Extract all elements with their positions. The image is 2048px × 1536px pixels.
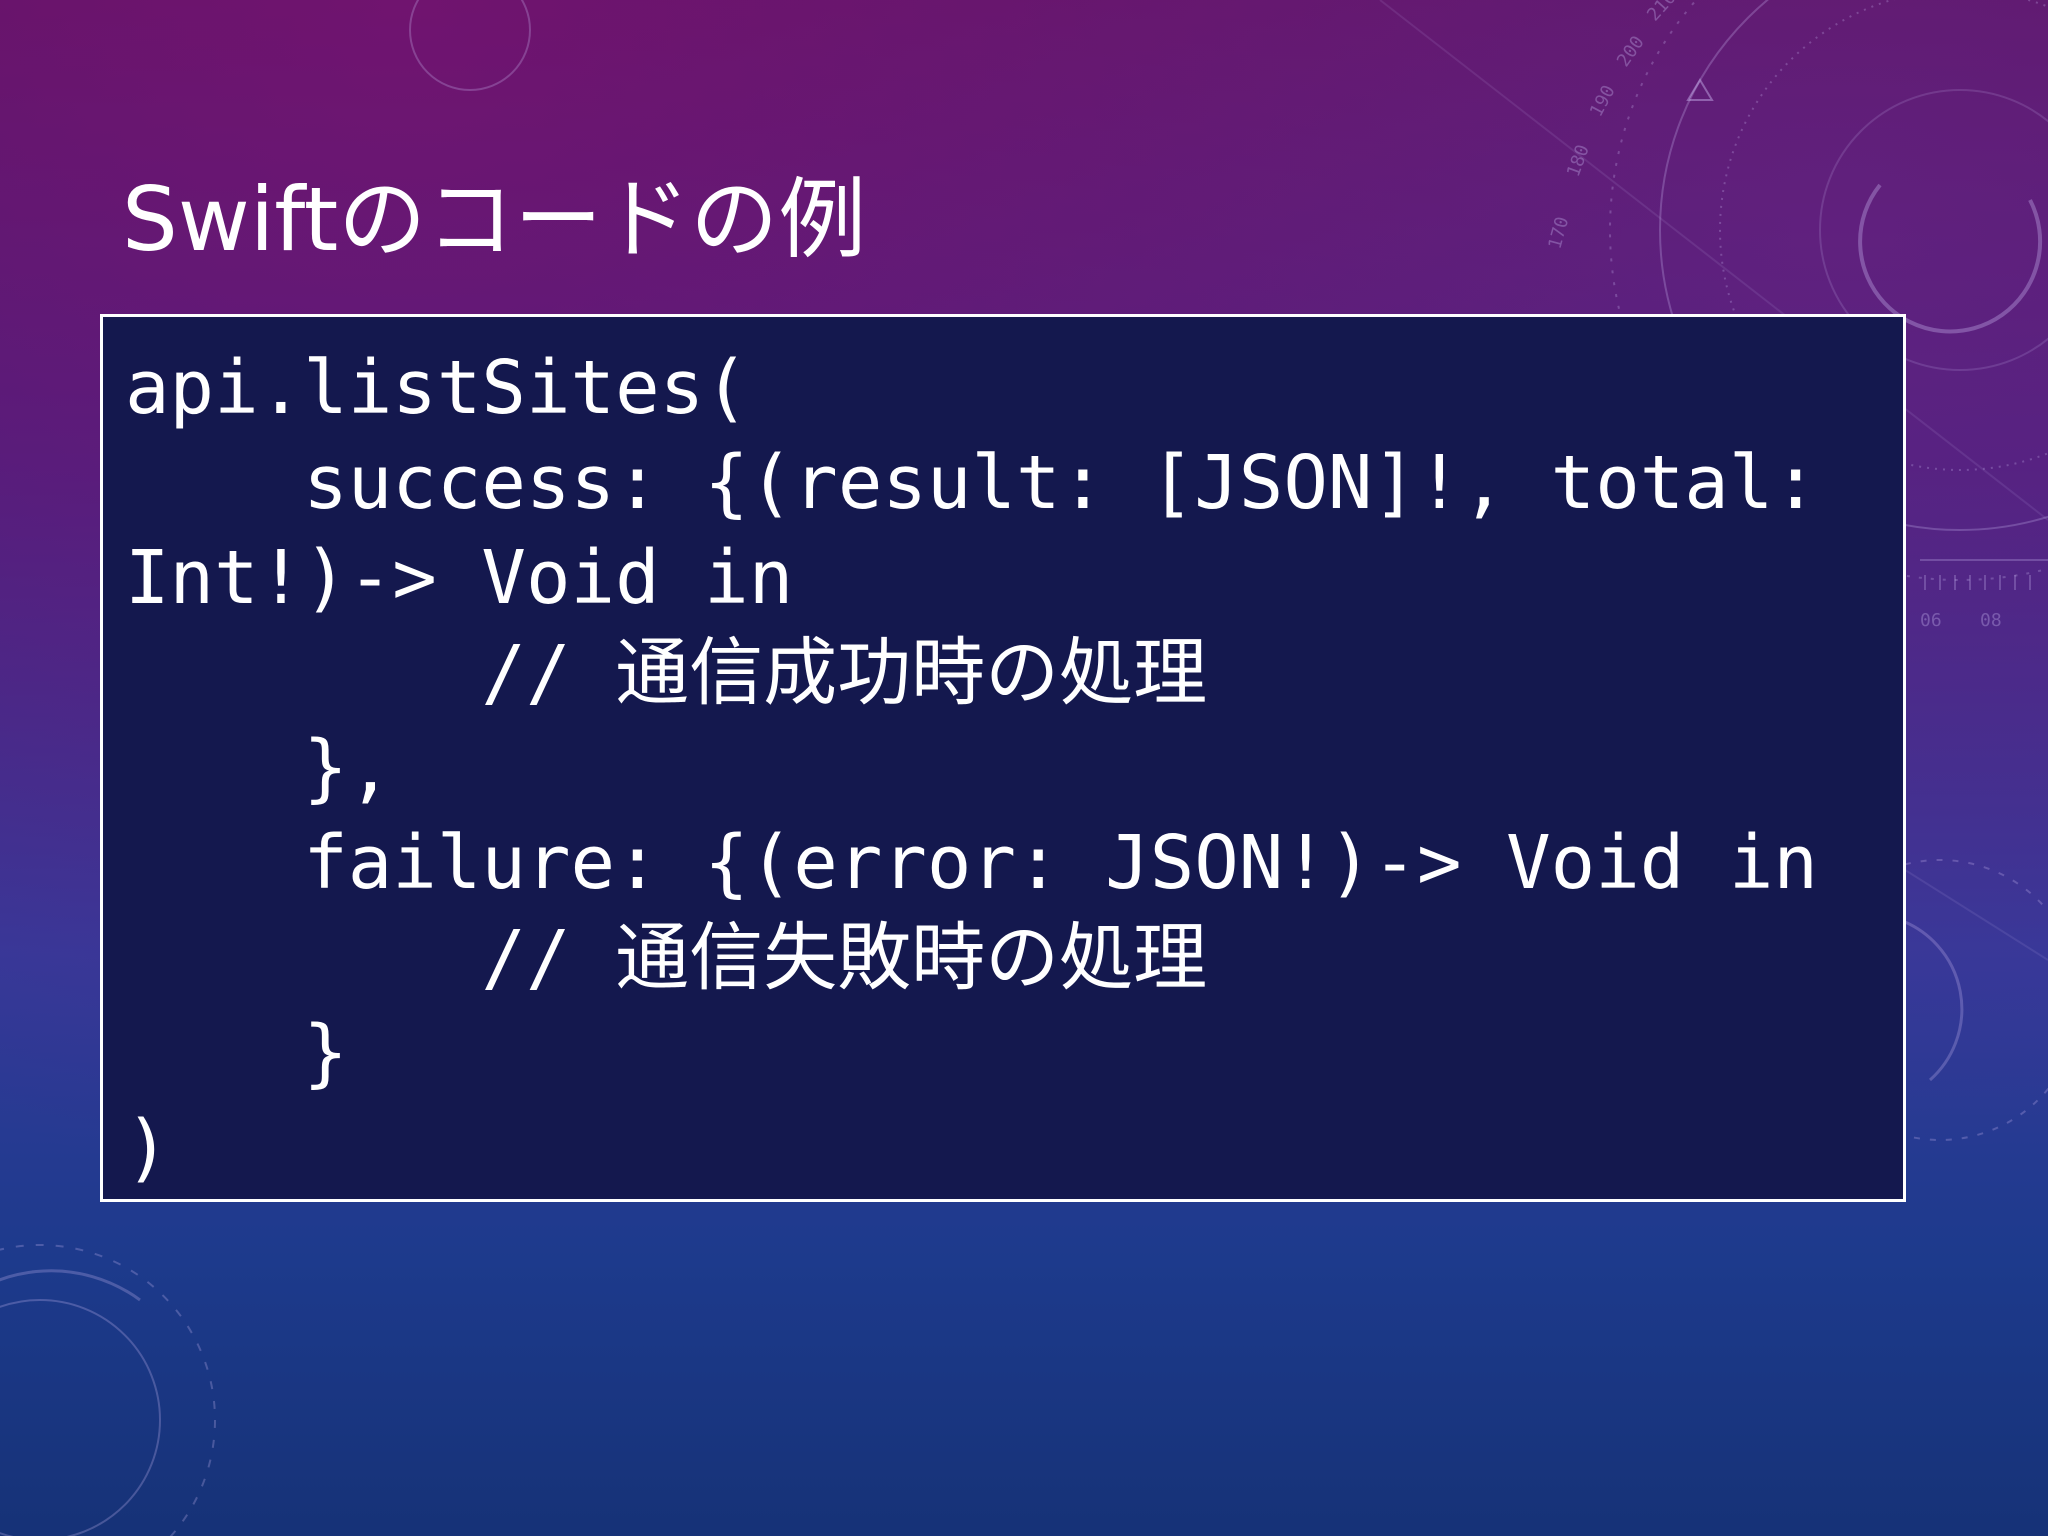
ring-bottom-left-dashed — [0, 1244, 216, 1536]
code-line: } — [125, 1010, 348, 1096]
code-comment-line: // 通信失敗時の処理 — [125, 915, 1208, 1001]
slide-title: Swiftのコードの例 — [122, 168, 867, 271]
tick-number: 06 — [1920, 610, 1942, 631]
code-lines: api.listSites( success: {(result: [JSON]… — [125, 341, 1818, 1196]
dial-arc — [1858, 183, 2043, 334]
code-line: Int!)-> Void in — [125, 535, 794, 621]
dial-number: 170 — [1545, 214, 1574, 251]
code-block: api.listSites( success: {(result: [JSON]… — [100, 314, 1906, 1202]
code-line: failure: {(error: JSON!)-> Void in — [125, 820, 1818, 906]
ring-bottom-left — [0, 1299, 161, 1536]
code-line: ) — [125, 1105, 170, 1191]
ring-bottom-left-arc — [0, 1269, 141, 1302]
code-line: success: {(result: [JSON]!, total: — [125, 440, 1818, 526]
dial-number: 200 — [1613, 32, 1649, 71]
dial-number: 190 — [1586, 82, 1620, 121]
tick-number: 08 — [1980, 610, 2002, 631]
ring-top-left — [409, 0, 531, 91]
dial-number: 210 — [1643, 0, 1680, 25]
code-comment-line: // 通信成功時の処理 — [125, 630, 1208, 716]
dial-number: 180 — [1563, 142, 1594, 180]
ring-right-middle-arc — [1899, 918, 1964, 1082]
code-line: }, — [125, 725, 393, 811]
code-line: api.listSites( — [125, 345, 749, 431]
